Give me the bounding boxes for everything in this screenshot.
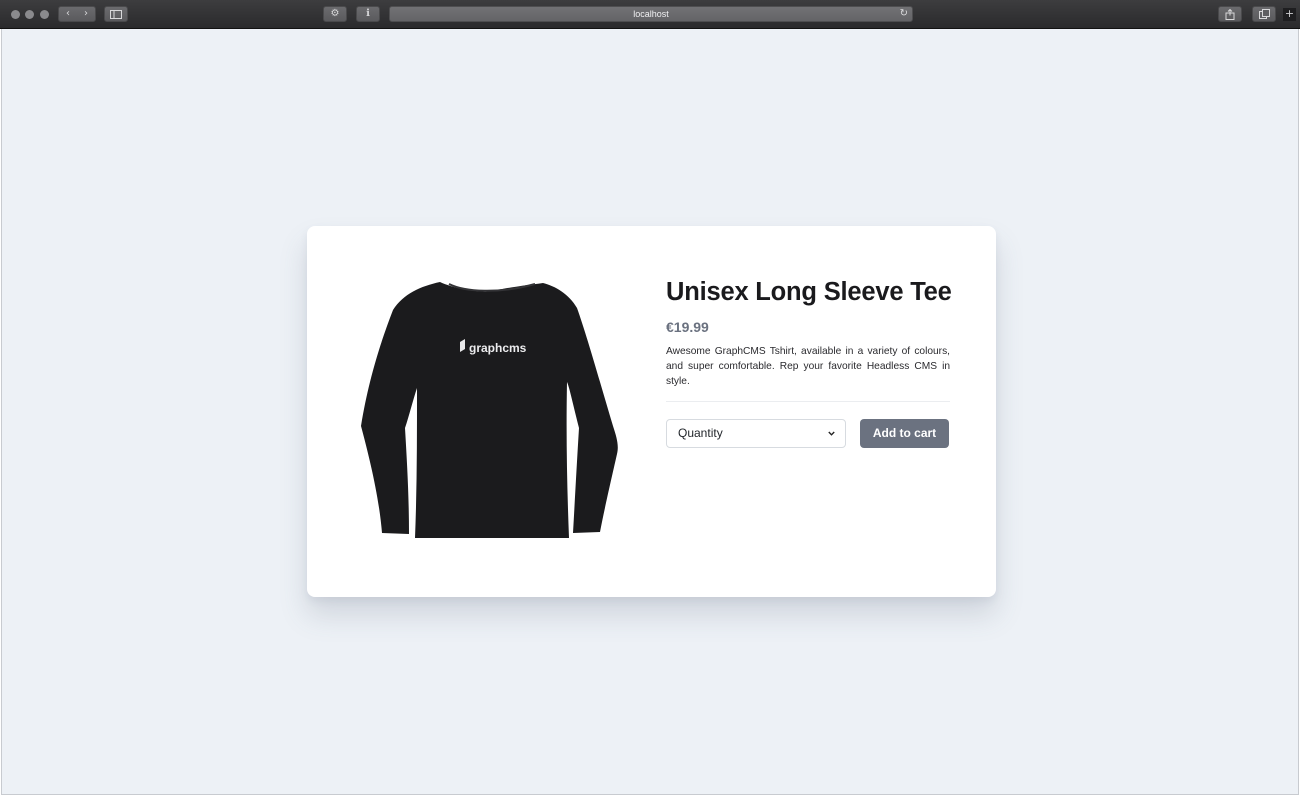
info-icon: ℹ	[366, 8, 370, 19]
close-window-button[interactable]	[11, 10, 20, 19]
product-description: Awesome GraphCMS Tshirt, available in a …	[666, 346, 950, 387]
product-details: Unisex Long Sleeve Tee €19.99 Awesome Gr…	[666, 278, 952, 449]
zoom-window-button[interactable]	[40, 10, 49, 19]
product-card: graphcms Unisex Long Sleeve Tee €19.99 A…	[307, 226, 996, 597]
product-image: graphcms	[361, 282, 618, 538]
sidebar-icon	[110, 10, 122, 19]
share-button[interactable]	[1218, 6, 1242, 22]
chevron-right-icon[interactable]: ›	[77, 7, 95, 21]
product-price: €19.99	[666, 319, 709, 335]
reload-icon[interactable]: ↻	[900, 7, 908, 21]
page-viewport: graphcms Unisex Long Sleeve Tee €19.99 A…	[1, 29, 1299, 795]
minimize-window-button[interactable]	[25, 10, 34, 19]
tabs-icon	[1258, 9, 1270, 19]
product-title: Unisex Long Sleeve Tee	[666, 278, 952, 306]
graphcms-logo: graphcms	[460, 339, 527, 355]
purchase-actions: Quantity Add to cart	[666, 419, 950, 449]
quantity-select-label: Quantity	[678, 426, 723, 440]
address-bar[interactable]: localhost ↻	[389, 6, 913, 22]
svg-text:graphcms: graphcms	[469, 341, 527, 355]
add-to-cart-button[interactable]: Add to cart	[860, 419, 949, 448]
extension-button-2[interactable]: ℹ	[356, 6, 380, 22]
divider	[666, 401, 950, 402]
tabs-button[interactable]	[1252, 6, 1276, 22]
quantity-select[interactable]: Quantity	[666, 419, 846, 448]
share-icon	[1225, 8, 1235, 20]
url-text: localhost	[633, 9, 669, 19]
back-forward-group: ‹ ›	[58, 6, 96, 22]
gear-icon: ⚙	[330, 8, 340, 19]
new-tab-button[interactable]: +	[1283, 8, 1296, 21]
shirt-body	[361, 282, 618, 538]
chevron-left-icon[interactable]: ‹	[59, 7, 77, 21]
plus-icon: +	[1284, 7, 1295, 20]
extension-button[interactable]: ⚙	[323, 6, 347, 22]
browser-toolbar: ‹ › ⚙ ℹ localhost ↻ +	[0, 0, 1300, 29]
chevron-down-icon	[828, 431, 835, 436]
sidebar-button[interactable]	[104, 6, 128, 22]
